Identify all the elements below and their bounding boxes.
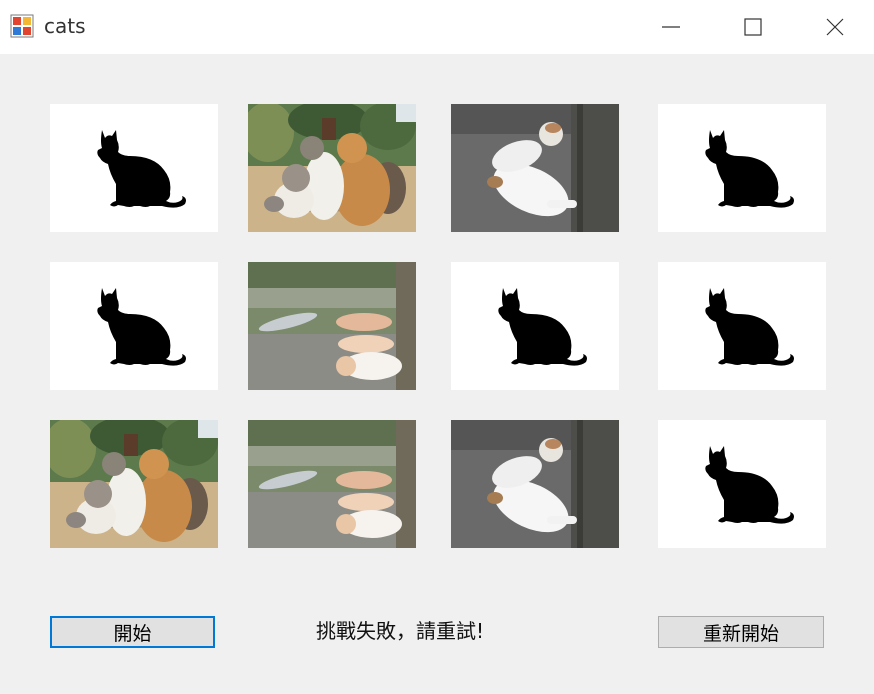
start-button[interactable]: 開始: [50, 616, 215, 648]
maximize-button[interactable]: [712, 0, 794, 54]
cat-silhouette-icon: [50, 104, 218, 232]
minimize-button[interactable]: [630, 0, 712, 54]
cats-stretching-photo: [248, 420, 416, 548]
close-icon: [826, 18, 844, 36]
cats-group-photo: [248, 104, 416, 232]
cat-silhouette-icon: [451, 262, 619, 390]
window-title: cats: [44, 14, 86, 38]
restart-button[interactable]: 重新開始: [658, 616, 824, 648]
card-revealed[interactable]: [248, 420, 416, 548]
card-hidden[interactable]: [50, 104, 218, 232]
cat-silhouette-icon: [50, 262, 218, 390]
card-revealed[interactable]: [50, 420, 218, 548]
cat-silhouette-icon: [658, 262, 826, 390]
minimize-icon: [662, 26, 680, 28]
close-button[interactable]: [794, 0, 874, 54]
card-revealed[interactable]: [248, 104, 416, 232]
card-hidden[interactable]: [658, 262, 826, 390]
card-revealed[interactable]: [451, 104, 619, 232]
card-hidden[interactable]: [658, 420, 826, 548]
app-icon[interactable]: [10, 14, 34, 38]
cat-lying-photo: [451, 104, 619, 232]
cat-silhouette-icon: [658, 104, 826, 232]
card-hidden[interactable]: [451, 262, 619, 390]
maximize-icon: [744, 18, 762, 36]
card-hidden[interactable]: [658, 104, 826, 232]
cat-lying-photo: [451, 420, 619, 548]
cats-stretching-photo: [248, 262, 416, 390]
card-revealed[interactable]: [451, 420, 619, 548]
card-hidden[interactable]: [50, 262, 218, 390]
cats-group-photo: [50, 420, 218, 548]
cat-silhouette-icon: [658, 420, 826, 548]
card-revealed[interactable]: [248, 262, 416, 390]
title-bar[interactable]: cats: [0, 0, 874, 54]
status-message: 挑戰失敗，請重試!: [316, 619, 485, 643]
